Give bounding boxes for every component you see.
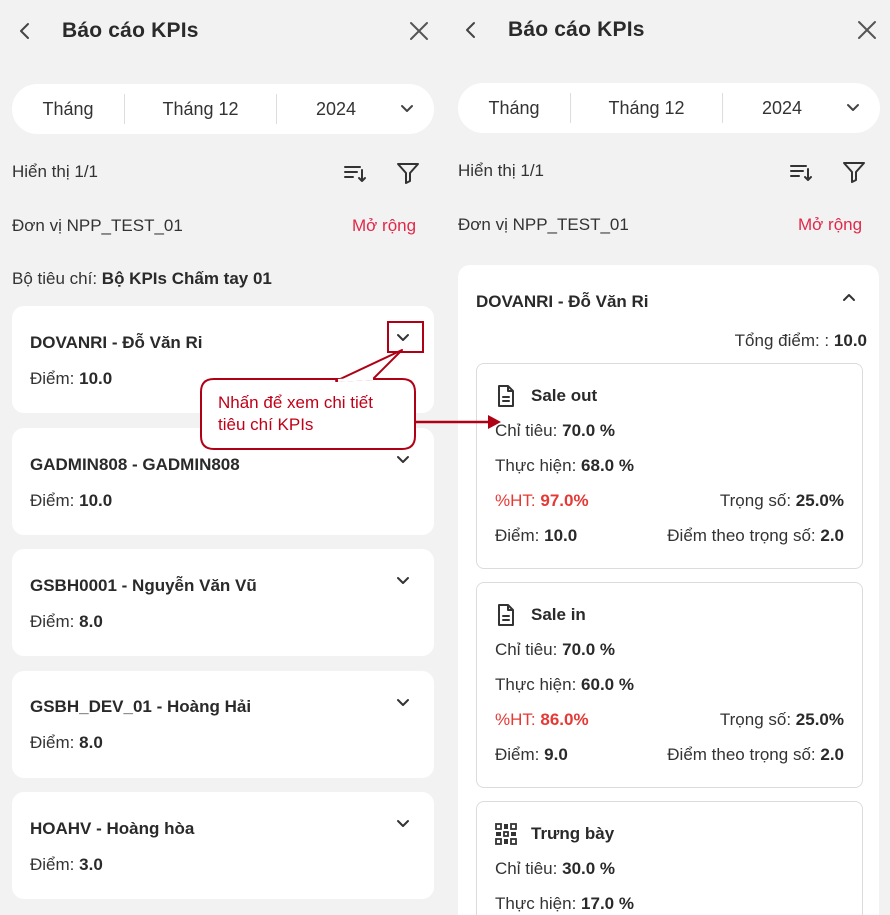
criteria-set: Bộ tiêu chí: Bộ KPIs Chấm tay 01 (12, 269, 272, 289)
kpi-title: Sale out (531, 386, 598, 405)
page-title: Báo cáo KPIs (62, 19, 199, 42)
employee-score: Điểm: 3.0 (30, 855, 103, 874)
arrow-right-icon (415, 415, 501, 429)
year-select[interactable]: 2024 (277, 84, 395, 134)
page-title: Báo cáo KPIs (508, 18, 645, 41)
employee-name: GSBH0001 - Nguyễn Văn Vũ (30, 576, 257, 595)
chevron-up-icon[interactable] (838, 286, 860, 308)
employee-name: DOVANRI - Đỗ Văn Ri (476, 292, 649, 311)
kpi-weight: Trọng số: 25.0% (719, 710, 844, 729)
document-icon (498, 604, 514, 626)
kpi-pct-weight: %HT: 86.0% Trọng số: 25.0% (495, 710, 844, 732)
back-arrow-icon[interactable] (12, 18, 38, 44)
kpi-score: Điểm: 10.0 (495, 526, 578, 545)
employee-card[interactable]: GSBH0001 - Nguyễn Văn Vũ Điểm: 8.0 (12, 549, 434, 656)
employee-name: DOVANRI - Đỗ Văn Ri (30, 333, 203, 352)
kpi-card: Trưng bày Chỉ tiêu: 30.0 % Thực hiện: 17… (476, 801, 863, 915)
kpi-target: Chỉ tiêu: 30.0 % (495, 859, 616, 878)
chevron-down-icon[interactable] (392, 813, 414, 835)
right-screen: Báo cáo KPIs Tháng Tháng 12 2024 Hiển th… (446, 0, 890, 915)
filter-icon[interactable] (840, 158, 868, 186)
employee-score: Điểm: 10.0 (30, 369, 113, 388)
kpi-weighted-score: Điểm theo trọng số: 2.0 (667, 526, 844, 545)
period-type-select[interactable]: Tháng (458, 83, 570, 133)
kpi-weighted-score: Điểm theo trọng số: 2.0 (667, 745, 844, 764)
employee-card[interactable]: GSBH_DEV_01 - Hoàng Hải Điểm: 8.0 (12, 671, 434, 778)
year-select[interactable]: 2024 (723, 83, 841, 133)
month-select[interactable]: Tháng 12 (571, 83, 722, 133)
period-type-select[interactable]: Tháng (12, 84, 124, 134)
criteria-value: Bộ KPIs Chấm tay 01 (101, 269, 272, 288)
employee-score: Điểm: 10.0 (30, 491, 113, 510)
employee-name: GSBH_DEV_01 - Hoàng Hải (30, 697, 252, 716)
kpi-completion: %HT: 97.0% (495, 491, 589, 510)
unit-label: Đơn vị NPP_TEST_01 (12, 216, 183, 235)
expand-link[interactable]: Mở rộng (352, 216, 416, 236)
unit-label: Đơn vị NPP_TEST_01 (458, 215, 629, 234)
kpi-card: Sale in Chỉ tiêu: 70.0 % Thực hiện: 60.0… (476, 582, 863, 788)
kpi-actual: Thực hiện: 60.0 % (495, 675, 634, 694)
back-arrow-icon[interactable] (458, 17, 484, 43)
app-header: Báo cáo KPIs (0, 0, 445, 62)
employee-detail-card: DOVANRI - Đỗ Văn Ri Tổng điểm: : 10.0 Sa… (458, 265, 879, 915)
chevron-down-icon[interactable] (842, 97, 864, 119)
kpi-actual: Thực hiện: 68.0 % (495, 456, 634, 475)
kpi-scores: Điểm: 9.0 Điểm theo trọng số: 2.0 (495, 745, 844, 767)
chevron-down-icon[interactable] (392, 692, 414, 714)
kpi-completion: %HT: 86.0% (495, 710, 589, 729)
chevron-down-icon[interactable] (392, 570, 414, 592)
callout-pointer (335, 349, 403, 382)
showing-count: Hiển thị 1/1 (458, 161, 544, 180)
expand-link[interactable]: Mở rộng (798, 215, 862, 235)
chevron-down-icon[interactable] (392, 449, 414, 471)
kpi-target: Chỉ tiêu: 70.0 % (495, 640, 616, 659)
employee-name: GADMIN808 - GADMIN808 (30, 455, 240, 474)
close-icon[interactable] (854, 17, 880, 43)
kpi-card: Sale out Chỉ tiêu: 70.0 % Thực hiện: 68.… (476, 363, 863, 569)
kpi-target: Chỉ tiêu: 70.0 % (495, 421, 616, 440)
employee-name: HOAHV - Hoàng hòa (30, 819, 195, 838)
kpi-score: Điểm: 9.0 (495, 745, 568, 764)
kpi-actual: Thực hiện: 17.0 % (495, 894, 634, 913)
period-filter: Tháng Tháng 12 2024 (458, 83, 880, 133)
total-score: Tổng điểm: : 10.0 (734, 331, 867, 350)
showing-count: Hiển thị 1/1 (12, 162, 98, 181)
kpi-pct-weight: %HT: 97.0% Trọng số: 25.0% (495, 491, 844, 513)
left-screen: Báo cáo KPIs Tháng Tháng 12 2024 Hiển th… (0, 0, 445, 915)
kpi-title: Sale in (531, 605, 586, 624)
app-header: Báo cáo KPIs (446, 0, 890, 62)
kpi-scores: Điểm: 10.0 Điểm theo trọng số: 2.0 (495, 526, 844, 548)
employee-score: Điểm: 8.0 (30, 733, 103, 752)
filter-icon[interactable] (394, 159, 422, 187)
chevron-down-icon[interactable] (396, 98, 418, 120)
grid-icon (495, 823, 517, 845)
callout-text: Nhấn để xem chi tiết tiêu chí KPIs (218, 393, 373, 434)
document-icon (498, 385, 514, 407)
period-filter: Tháng Tháng 12 2024 (12, 84, 434, 134)
month-select[interactable]: Tháng 12 (125, 84, 276, 134)
sort-icon[interactable] (788, 159, 814, 185)
employee-card[interactable]: HOAHV - Hoàng hòa Điểm: 3.0 (12, 792, 434, 899)
sort-icon[interactable] (342, 160, 368, 186)
employee-score: Điểm: 8.0 (30, 612, 103, 631)
close-icon[interactable] (406, 18, 432, 44)
annotation-callout: Nhấn để xem chi tiết tiêu chí KPIs (200, 378, 416, 450)
kpi-title: Trưng bày (531, 824, 615, 843)
criteria-label: Bộ tiêu chí: (12, 269, 98, 288)
kpi-weight: Trọng số: 25.0% (719, 491, 844, 510)
